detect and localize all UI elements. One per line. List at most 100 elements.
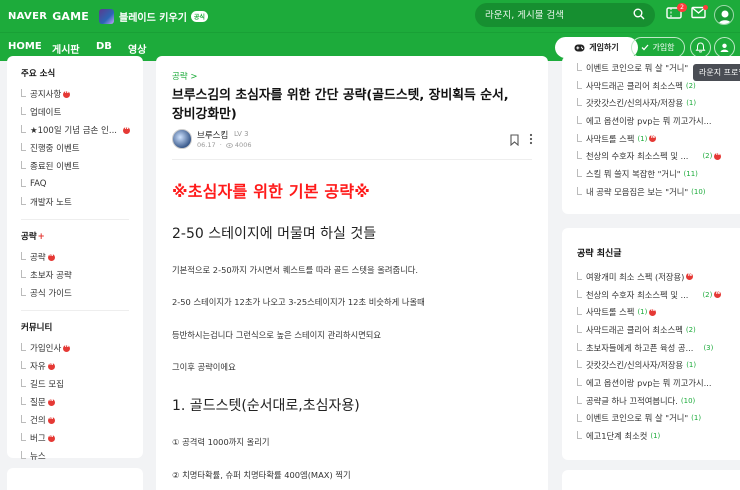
sidebar-item-notice[interactable]: 공지사항	[21, 85, 143, 103]
left-sidebar-lower-card	[7, 468, 143, 490]
list-item[interactable]: 스킬 뭐 쓸지 복잡한 "거니" (11)	[577, 165, 740, 183]
strategy-post-list: 여왕개미 최소 스펙 (저장용) 천상의 수호자 최소스펙 및 ...(2) 사…	[577, 268, 740, 445]
game-name[interactable]: 블레이드 키우기	[119, 9, 187, 24]
tab-home[interactable]: HOME	[8, 41, 42, 52]
naver-label: NAVER	[8, 10, 48, 22]
search-icon[interactable]	[633, 8, 645, 20]
sidebar-item-update[interactable]: 업데이트	[21, 103, 143, 121]
new-badge-icon	[47, 433, 55, 442]
tab-db[interactable]: DB	[96, 41, 112, 52]
article-heading-gold: 1. 골드스텟(순서대로,초심자용)	[172, 398, 360, 414]
new-badge-icon	[63, 343, 71, 352]
lounge-profile-button[interactable]	[714, 37, 735, 58]
list-item[interactable]: 초보자들에게 하고픈 육성 공... (3)	[577, 339, 740, 357]
new-badge-icon	[47, 415, 55, 424]
sidebar-item-100day[interactable]: ★100일 기념 금손 인...	[21, 121, 143, 139]
profile-avatar[interactable]	[714, 5, 734, 25]
bookmark-icon[interactable]	[510, 134, 519, 146]
author-name[interactable]: 브루스킴	[197, 129, 228, 141]
sidebar-item-dev-note[interactable]: 개발자 노트	[21, 193, 143, 211]
list-item[interactable]: 사막트롤 스펙 (1)	[577, 303, 740, 321]
sidebar-item-beginner-guide[interactable]: 초보자 공략	[21, 266, 143, 284]
section-title-strategy: 공략+	[21, 232, 45, 242]
new-badge-icon	[122, 125, 130, 134]
article-divider	[172, 159, 532, 160]
section-divider	[21, 219, 129, 220]
bell-icon	[695, 42, 706, 53]
list-item[interactable]: 에고1단계 최소컷 (1)	[577, 427, 740, 445]
gamepad-icon	[574, 44, 585, 51]
sidebar-item-bug[interactable]: 버그	[21, 429, 143, 447]
coupon-button[interactable]: 2	[666, 3, 687, 23]
game-thumbnail-icon[interactable]	[99, 8, 115, 24]
article-paragraph: ② 치명타확률, 슈퍼 치명타확률 400엠(MAX) 찍기	[172, 470, 351, 480]
search-input[interactable]	[485, 9, 625, 21]
sidebar-item-suggestion[interactable]: 건의	[21, 411, 143, 429]
sidebar-item-ended-event[interactable]: 종료된 이벤트	[21, 157, 143, 175]
game-label: GAME	[52, 9, 90, 23]
section-title-news: 주요 소식	[21, 69, 56, 79]
sidebar-item-strategy[interactable]: 공략	[21, 248, 143, 266]
tooltip: 라운지 프로필	[693, 64, 740, 81]
search-box[interactable]	[475, 3, 655, 27]
coupon-count-badge: 2	[677, 3, 687, 12]
sidebar-item-news[interactable]: 뉴스	[21, 447, 143, 465]
list-item[interactable]: 사막트롤 스펙 (1)	[577, 130, 740, 148]
sidebar-item-faq[interactable]: FAQ	[21, 175, 143, 193]
section-title-community: 커뮤니티	[21, 323, 53, 333]
article-paragraph: 그이후 공략이에요	[172, 362, 236, 372]
new-badge-icon	[649, 134, 657, 143]
tab-video[interactable]: 영상	[128, 41, 146, 56]
view-count: 4006	[234, 141, 252, 149]
more-options-icon[interactable]	[529, 133, 533, 145]
play-game-button[interactable]: 게임하기	[555, 37, 638, 58]
sidebar-item-guild[interactable]: 길드 모집	[21, 375, 143, 393]
list-item[interactable]: 사막드래곤 클리어 최소스펙 (2)	[577, 321, 740, 339]
play-game-label: 게임하기	[589, 43, 619, 52]
list-item[interactable]: 갓캇갓스킨/신의사자/저장용 (1)	[577, 356, 740, 374]
article-paragraph: 등반하시는겁니다 그런식으로 높은 스테이지 관리하시면되요	[172, 330, 382, 340]
new-badge-icon	[63, 89, 71, 98]
new-badge-icon	[47, 252, 55, 261]
new-badge-icon	[47, 361, 55, 370]
article-heading-stage: 2-50 스테이지에 머물며 하실 것들	[172, 226, 377, 242]
new-badge-icon	[686, 272, 694, 281]
sidebar-item-greeting[interactable]: 가입인사	[21, 339, 143, 357]
post-date: 06.17	[197, 141, 216, 149]
list-item[interactable]: 여왕개미 최소 스펙 (저장용)	[577, 268, 740, 286]
sidebar-item-free[interactable]: 자유	[21, 357, 143, 375]
list-item[interactable]: 에고 옵션이랑 pvp는 뭐 끼고가시...	[577, 112, 740, 130]
right-lower-card	[562, 470, 740, 490]
list-item[interactable]: 천상의 수호자 최소스펙 및 ... (2)	[577, 286, 740, 304]
mail-new-dot	[703, 5, 708, 10]
notification-button[interactable]	[690, 37, 711, 58]
breadcrumb[interactable]: 공략 >	[172, 70, 197, 82]
article-title: 브루스김의 초심자를 위한 간단 공략(골드스텟, 장비획득 순서, 장비강화만…	[172, 88, 509, 122]
author-avatar[interactable]	[172, 129, 192, 149]
article-paragraph: 기본적으로 2-50까지 가시면서 퀘스트를 따라 골드 스텟을 올려줍니다.	[172, 265, 419, 275]
list-item[interactable]: 천상의 수호자 최소스펙 및 ... (2)	[577, 147, 740, 165]
list-item[interactable]: 공략글 하나 끄적여봅니다. (10)	[577, 392, 740, 410]
sidebar-item-ongoing-event[interactable]: 진행중 이벤트	[21, 139, 143, 157]
list-item[interactable]: 이벤트 코인으로 뭐 살 "거니" (1)	[577, 410, 740, 428]
author-level: LV 3	[234, 130, 249, 138]
new-badge-icon	[714, 290, 722, 299]
naver-game-logo[interactable]: NAVER GAME	[8, 10, 89, 23]
article-red-heading: ※초심자를 위한 기본 공략※	[172, 182, 371, 201]
new-badge-icon	[47, 397, 55, 406]
user-icon	[718, 10, 732, 24]
list-item[interactable]: 에고 옵션이랑 pvp는 뭐 끼고가시...	[577, 374, 740, 392]
post-meta: 06.17 · 4006	[197, 141, 252, 149]
joined-button[interactable]: 가입함	[631, 37, 685, 58]
mail-button[interactable]	[691, 5, 708, 22]
article-paragraph: ① 공격력 1000까지 올리기	[172, 437, 270, 447]
sidebar-item-official-guide[interactable]: 공식 가이드	[21, 284, 143, 302]
sidebar-item-question[interactable]: 질문	[21, 393, 143, 411]
list-item[interactable]: 갓캇갓스킨/신의사자/저장용 (1)	[577, 94, 740, 112]
article-panel: 공략 > 브루스김의 초심자를 위한 간단 공략(골드스텟, 장비획득 순서, …	[156, 56, 548, 490]
left-sidebar: 주요 소식 공지사항 업데이트 ★100일 기념 금손 인... 진행중 이벤트…	[7, 56, 143, 462]
strategy-latest-title[interactable]: 공략 최신글	[577, 246, 622, 259]
user-icon	[720, 43, 729, 52]
top-header: NAVER GAME 블레이드 키우기 공식 2	[0, 0, 740, 32]
list-item[interactable]: 내 공략 모음집은 보는 "거니" (10)	[577, 183, 740, 201]
